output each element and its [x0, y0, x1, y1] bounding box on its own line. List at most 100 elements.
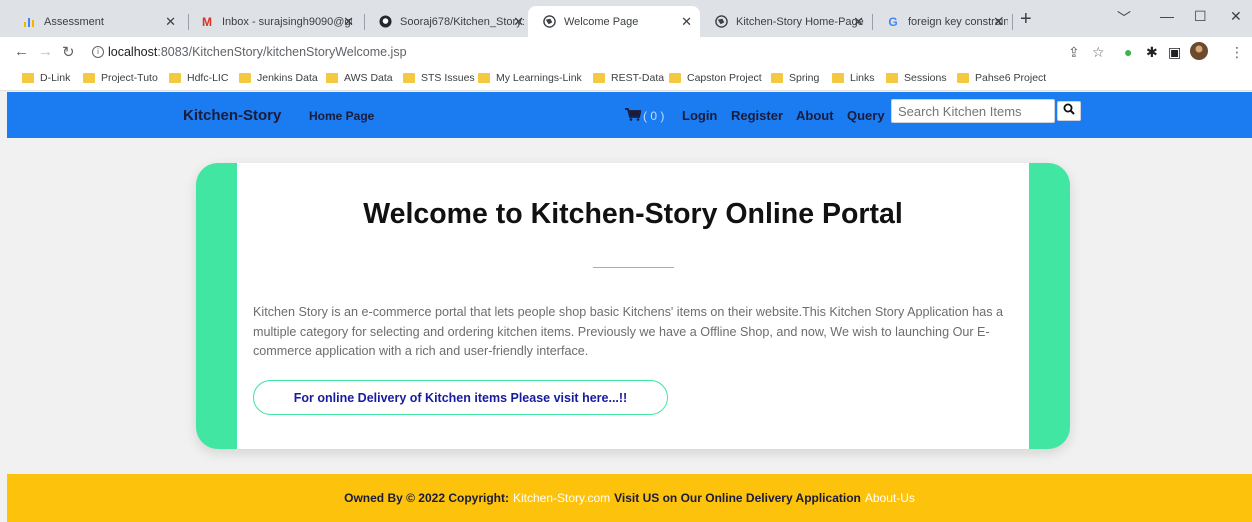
close-icon[interactable]: ✕ [343, 14, 354, 30]
search-input[interactable] [891, 99, 1055, 123]
bookmark-item[interactable]: Hdfc-LIC [169, 72, 228, 84]
sidepanel-icon[interactable]: ▣ [1168, 44, 1181, 61]
cart-icon [625, 108, 642, 124]
bookmark-item[interactable]: Links [832, 72, 875, 84]
bookmark-label: AWS Data [344, 72, 393, 84]
folder-icon [832, 73, 844, 83]
bookmark-item[interactable]: STS Issues [403, 72, 475, 84]
bookmark-label: D-Link [40, 72, 71, 84]
minimize-icon[interactable]: — [1160, 8, 1174, 24]
maximize-icon[interactable]: ☐ [1194, 8, 1207, 25]
bookmark-label: Spring [789, 72, 820, 84]
close-icon[interactable]: ✕ [165, 14, 176, 30]
url-host: localhost [108, 45, 158, 59]
bookmark-item[interactable]: AWS Data [326, 72, 393, 84]
bookmarks-bar: D-Link Project-Tuto Hdfc-LIC Jenkins Dat… [0, 67, 1252, 91]
site-link[interactable]: Kitchen-Story.com [513, 491, 610, 505]
folder-icon [771, 73, 783, 83]
folder-icon [403, 73, 415, 83]
folder-icon [478, 73, 490, 83]
bookmark-label: REST-Data [611, 72, 665, 84]
bookmark-item[interactable]: D-Link [22, 72, 70, 84]
page-title: Welcome to Kitchen-Story Online Portal [363, 198, 903, 230]
folder-icon [169, 73, 181, 83]
close-window-icon[interactable]: ✕ [1230, 8, 1242, 25]
share-icon[interactable]: ⇪ [1068, 44, 1080, 61]
tab-assessment[interactable]: Assessment ✕ [8, 6, 184, 37]
tab-kitchen-story-home[interactable]: Kitchen-Story Home-Page ✕ [700, 6, 872, 37]
tab-github[interactable]: Sooraj678/Kitchen_Story: Pl ✕ [364, 6, 532, 37]
bookmark-label: Sessions [904, 72, 947, 84]
bookmark-item[interactable]: Spring [771, 72, 819, 84]
cart-count: ( 0 ) [643, 109, 665, 123]
bookmark-label: Hdfc-LIC [187, 72, 229, 84]
about-link[interactable]: About [796, 108, 834, 123]
close-icon[interactable]: ✕ [853, 14, 864, 30]
bookmark-item[interactable]: Sessions [886, 72, 947, 84]
address-bar: ← → ↻ i localhost:8083/KitchenStory/kitc… [0, 37, 1252, 67]
tab-separator [1012, 14, 1013, 30]
gmail-icon: M [202, 14, 212, 29]
tab-google-search[interactable]: G foreign key constraint in sq ✕ [872, 6, 1012, 37]
tab-welcome-page[interactable]: Welcome Page ✕ [528, 6, 700, 37]
bookmark-item[interactable]: Pahse6 Project [957, 72, 1046, 84]
brand-link[interactable]: Kitchen-Story [183, 107, 281, 124]
search-icon [1063, 102, 1075, 120]
query-link[interactable]: Query [847, 108, 885, 123]
url-path: :8083/KitchenStory/kitchenStoryWelcome.j… [157, 45, 407, 59]
info-icon[interactable]: i [92, 46, 104, 58]
login-link[interactable]: Login [682, 108, 717, 123]
search-button[interactable] [1057, 101, 1081, 121]
puzzle-icon[interactable]: ✱ [1146, 44, 1158, 61]
folder-icon [22, 73, 34, 83]
bookmark-label: My Learnings-Link [496, 72, 582, 84]
close-icon[interactable]: ✕ [681, 14, 692, 30]
tab-inbox[interactable]: M Inbox - surajsingh9090@gm ✕ [186, 6, 362, 37]
extension-icon[interactable]: ● [1124, 44, 1132, 60]
site-footer: Owned By © 2022 Copyright: Kitchen-Story… [7, 474, 1252, 522]
tab-label: Assessment [44, 15, 104, 28]
cart-link[interactable]: ( 0 ) [625, 108, 664, 124]
star-icon[interactable]: ☆ [1092, 44, 1105, 61]
home-page-link[interactable]: Home Page [309, 109, 374, 123]
bookmark-label: Capston Project [687, 72, 762, 84]
folder-icon [593, 73, 605, 83]
kebab-menu-icon[interactable]: ⋮ [1230, 44, 1244, 61]
avatar[interactable] [1190, 42, 1208, 63]
bar-chart-icon [22, 15, 36, 29]
folder-icon [83, 73, 95, 83]
reload-icon[interactable]: ↻ [62, 43, 75, 61]
globe-icon [542, 15, 556, 29]
folder-icon [669, 73, 681, 83]
url-field[interactable]: localhost:8083/KitchenStory/kitchenStory… [108, 45, 407, 59]
folder-icon [239, 73, 251, 83]
welcome-card: Welcome to Kitchen-Story Online Portal K… [237, 163, 1029, 449]
bookmark-item[interactable]: My Learnings-Link [478, 72, 582, 84]
visit-text: Visit US on Our Online Delivery Applicat… [614, 491, 861, 505]
bookmark-item[interactable]: REST-Data [593, 72, 664, 84]
bookmark-label: Jenkins Data [257, 72, 318, 84]
tab-label: Welcome Page [564, 15, 639, 28]
github-icon [378, 15, 392, 29]
close-icon[interactable]: ✕ [513, 14, 524, 30]
folder-icon [886, 73, 898, 83]
close-icon[interactable]: ✕ [993, 14, 1004, 30]
chevron-down-icon[interactable]: ﹀ [1117, 8, 1131, 28]
about-us-link[interactable]: About-Us [865, 491, 915, 505]
bookmark-item[interactable]: Jenkins Data [239, 72, 318, 84]
bookmark-item[interactable]: Capston Project [669, 72, 762, 84]
welcome-card-frame: Welcome to Kitchen-Story Online Portal K… [196, 163, 1070, 449]
online-delivery-button[interactable]: For online Delivery of Kitchen items Ple… [253, 380, 668, 415]
back-arrow-icon[interactable]: ← [14, 43, 29, 60]
google-icon: G [888, 14, 898, 29]
forward-arrow-icon[interactable]: → [38, 43, 53, 60]
register-link[interactable]: Register [731, 108, 783, 123]
description-text: Kitchen Story is an e-commerce portal th… [253, 305, 1004, 358]
bookmark-item[interactable]: Project-Tuto [83, 72, 158, 84]
new-tab-button[interactable]: + [1020, 9, 1032, 29]
folder-icon [326, 73, 338, 83]
folder-icon [957, 73, 969, 83]
title-divider [593, 267, 674, 268]
tab-label: Inbox - surajsingh9090@gm [222, 15, 352, 28]
tab-label: Sooraj678/Kitchen_Story: Pl [400, 15, 525, 28]
